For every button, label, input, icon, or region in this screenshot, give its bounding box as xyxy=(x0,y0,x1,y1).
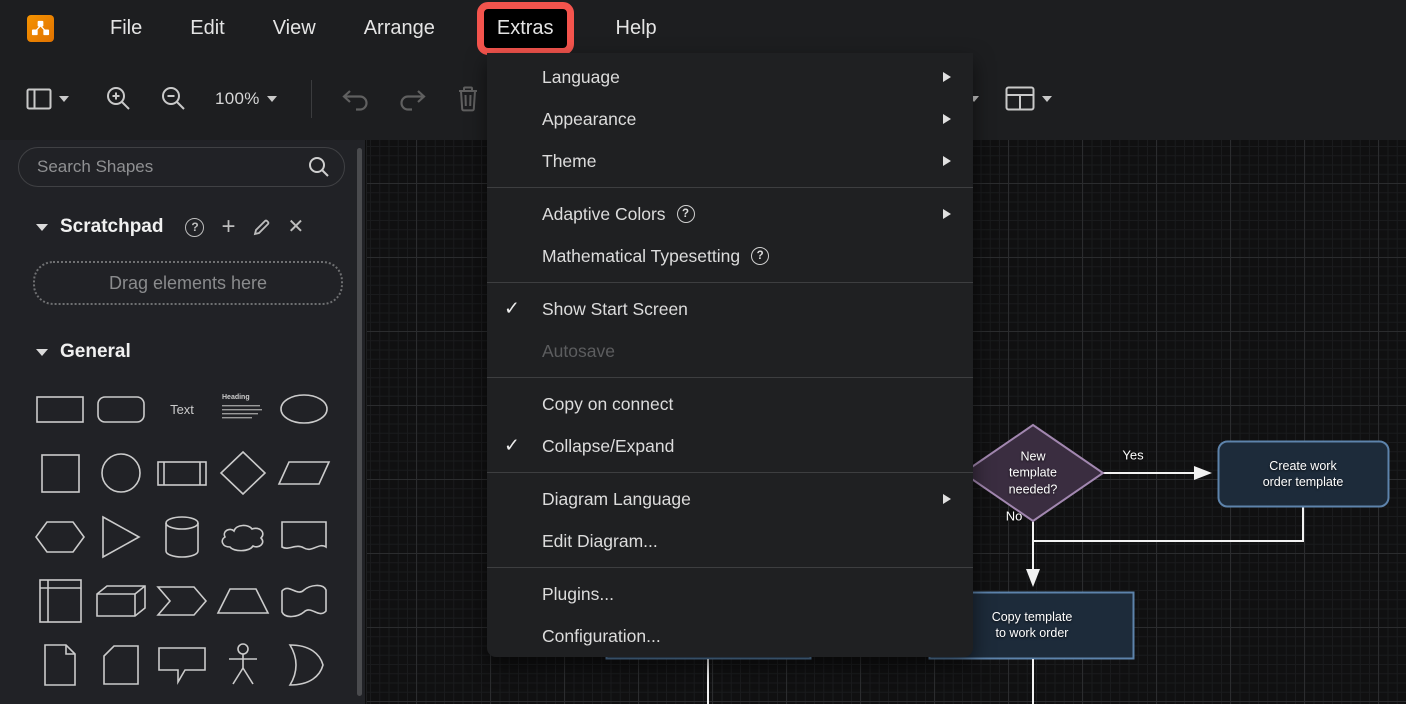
submenu-arrow-icon xyxy=(943,209,951,219)
extras-menu: Language Appearance Theme Adaptive Col xyxy=(487,53,973,657)
svg-text:Text: Text xyxy=(170,402,194,417)
scratchpad-title: Scratchpad xyxy=(60,216,163,238)
shape-parallelogram[interactable] xyxy=(273,441,334,505)
general-title: General xyxy=(60,341,131,363)
toolbar-separator xyxy=(311,80,312,118)
decision-label[interactable]: New template needed? xyxy=(1009,449,1058,498)
shape-step[interactable] xyxy=(151,569,212,633)
menu-item[interactable]: Edit Diagram... xyxy=(487,520,973,562)
drawio-logo-icon[interactable] xyxy=(27,15,54,42)
submenu-arrow-icon xyxy=(943,114,951,124)
submenu-arrow-icon xyxy=(943,72,951,82)
scratchpad-header[interactable]: Scratchpad ? + ✕ xyxy=(36,215,365,239)
general-section-header[interactable]: General xyxy=(36,341,365,363)
shape-document[interactable] xyxy=(273,505,334,569)
menu-item[interactable]: Configuration... xyxy=(487,615,973,657)
shape-card[interactable] xyxy=(90,633,151,697)
menu-item[interactable]: Appearance xyxy=(487,98,973,140)
scratchpad-add-icon[interactable]: + xyxy=(221,215,235,239)
shape-internal-storage[interactable] xyxy=(29,569,90,633)
zoom-out-button[interactable] xyxy=(160,79,187,119)
menubar-items: File Edit View Arrange Extras xyxy=(86,9,681,48)
scratchpad-close-icon[interactable]: ✕ xyxy=(288,217,305,237)
menu-item[interactable]: ✓ Collapse/Expand xyxy=(487,425,973,467)
menu-item[interactable]: Language xyxy=(487,56,973,98)
shape-tape[interactable] xyxy=(273,569,334,633)
delete-button[interactable] xyxy=(456,79,480,119)
shape-cylinder[interactable] xyxy=(151,505,212,569)
search-shapes-box xyxy=(18,147,345,187)
checkmark-icon: ✓ xyxy=(504,435,520,458)
menu-item[interactable]: Theme xyxy=(487,140,973,182)
shape-square[interactable] xyxy=(29,441,90,505)
menubar-item[interactable]: Help xyxy=(603,9,670,48)
menubar-item[interactable]: View xyxy=(260,9,329,48)
menu-item[interactable]: Autosave xyxy=(487,330,973,372)
general-shapes: Text Heading xyxy=(29,377,365,697)
create-template-label[interactable]: Create work order template xyxy=(1263,458,1344,491)
svg-text:Heading: Heading xyxy=(222,394,250,401)
collapse-caret-icon xyxy=(36,224,48,231)
menubar-item[interactable]: File xyxy=(97,9,155,48)
search-icon xyxy=(308,156,330,178)
drawio-app: File Edit View Arrange Extras xyxy=(0,0,1406,704)
shape-cloud[interactable] xyxy=(212,505,273,569)
shape-trapezoid[interactable] xyxy=(212,569,273,633)
menu-item[interactable]: Copy on connect xyxy=(487,383,973,425)
menubar: File Edit View Arrange Extras xyxy=(0,0,1406,57)
scratchpad-edit-icon[interactable] xyxy=(253,218,271,236)
shape-diamond[interactable] xyxy=(212,441,273,505)
shapes-sidebar: Scratchpad ? + ✕ Drag elements here Gene… xyxy=(0,140,366,704)
outline-panel-button[interactable] xyxy=(26,79,69,119)
chevron-down-icon xyxy=(59,96,69,102)
collapse-caret-icon xyxy=(36,349,48,356)
shape-triangle[interactable] xyxy=(90,505,151,569)
scratchpad-drop-zone[interactable]: Drag elements here xyxy=(33,261,343,305)
edge-label-yes[interactable]: Yes xyxy=(1122,448,1143,463)
edge-label-no[interactable]: No xyxy=(1006,509,1023,524)
menu-item[interactable]: Mathematical Typesetting ? xyxy=(487,235,973,277)
chevron-down-icon xyxy=(1042,96,1052,102)
menubar-item[interactable]: Arrange xyxy=(351,9,448,48)
chevron-down-icon xyxy=(267,96,277,102)
help-icon: ? xyxy=(677,205,695,223)
table-button[interactable] xyxy=(1005,57,1052,140)
shape-circle[interactable] xyxy=(90,441,151,505)
menu-item[interactable]: Plugins... xyxy=(487,573,973,615)
shape-rounded-rectangle[interactable] xyxy=(90,377,151,441)
submenu-arrow-icon xyxy=(943,156,951,166)
zoom-in-button[interactable] xyxy=(105,79,132,119)
menu-item[interactable]: ✓ Show Start Screen xyxy=(487,288,973,330)
search-shapes-input[interactable] xyxy=(19,157,308,177)
help-icon: ? xyxy=(751,247,769,265)
sidebar-scrollbar[interactable] xyxy=(357,148,362,696)
shape-rectangle[interactable] xyxy=(29,377,90,441)
zoom-level-dropdown[interactable]: 100% xyxy=(215,79,277,119)
submenu-arrow-icon xyxy=(943,494,951,504)
checkmark-icon: ✓ xyxy=(504,298,520,321)
shape-callout[interactable] xyxy=(151,633,212,697)
menu-item[interactable]: Adaptive Colors ? xyxy=(487,193,973,235)
shape-ellipse[interactable] xyxy=(273,377,334,441)
menubar-item[interactable]: Edit xyxy=(177,9,237,48)
zoom-level-value: 100% xyxy=(215,89,260,109)
shape-text[interactable]: Text xyxy=(151,377,212,441)
shape-hexagon[interactable] xyxy=(29,505,90,569)
redo-button[interactable] xyxy=(398,79,428,119)
menubar-item[interactable]: Extras xyxy=(484,9,567,48)
menu-item[interactable]: Diagram Language xyxy=(487,478,973,520)
shape-note[interactable] xyxy=(29,633,90,697)
shape-actor[interactable] xyxy=(212,633,273,697)
shape-cube[interactable] xyxy=(90,569,151,633)
shape-heading[interactable]: Heading xyxy=(212,377,273,441)
scratchpad-help-icon[interactable]: ? xyxy=(185,218,204,237)
copy-template-label[interactable]: Copy template to work order xyxy=(992,609,1073,642)
undo-button[interactable] xyxy=(340,79,370,119)
shape-or[interactable] xyxy=(273,633,334,697)
shape-process[interactable] xyxy=(151,441,212,505)
